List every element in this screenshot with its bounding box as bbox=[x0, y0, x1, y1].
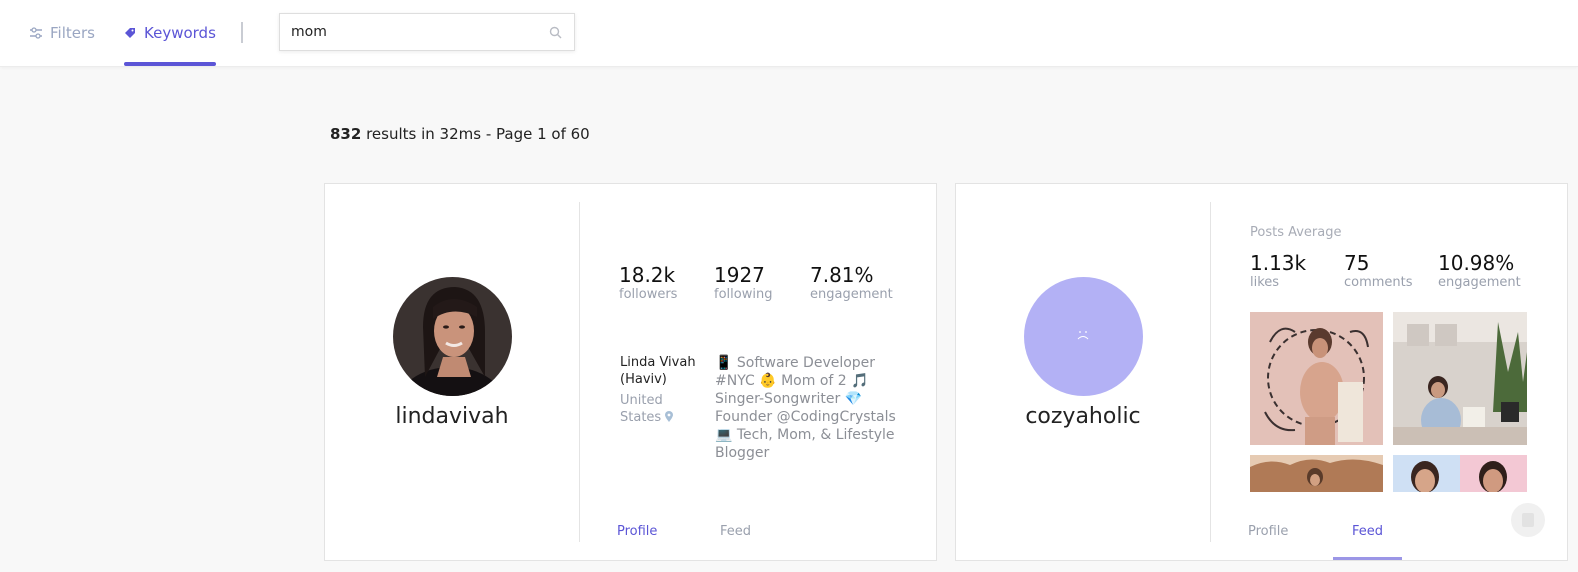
card-divider bbox=[579, 202, 580, 542]
posts-average-label: Posts Average bbox=[1250, 225, 1342, 240]
stat-label: followers bbox=[619, 287, 678, 302]
avatar[interactable] bbox=[393, 277, 512, 396]
feed-photo[interactable] bbox=[1393, 312, 1527, 445]
keyword-search-input[interactable] bbox=[280, 14, 551, 50]
top-navigation-bar: Filters Keywords bbox=[0, 0, 1578, 67]
stat-value: 7.81% bbox=[810, 263, 874, 287]
tab-keywords-label: Keywords bbox=[144, 24, 216, 42]
stat-engagement: 7.81% engagement bbox=[810, 263, 893, 302]
feed-photo-image bbox=[1250, 312, 1383, 445]
feed-photo[interactable] bbox=[1250, 312, 1383, 445]
stat-engagement: 10.98% engagement bbox=[1438, 251, 1521, 290]
profile-photo bbox=[393, 277, 512, 396]
active-tab-indicator bbox=[1333, 557, 1402, 560]
stat-likes: 1.13k likes bbox=[1250, 251, 1306, 290]
stat-comments: 75 comments bbox=[1344, 251, 1413, 290]
tab-feed[interactable]: Feed bbox=[1352, 524, 1383, 539]
nav-divider bbox=[241, 22, 243, 43]
feed-photo[interactable] bbox=[1393, 455, 1527, 492]
feed-photo-image bbox=[1250, 455, 1383, 492]
search-icon[interactable] bbox=[549, 26, 562, 39]
username[interactable]: cozyaholic bbox=[956, 404, 1210, 429]
tab-filters-label: Filters bbox=[50, 24, 95, 42]
card-divider bbox=[1210, 202, 1211, 542]
stat-value: 75 bbox=[1344, 251, 1370, 275]
feed-photo-image bbox=[1393, 312, 1527, 445]
keyword-search-box bbox=[279, 13, 575, 51]
results-summary: 832 results in 32ms - Page 1 of 60 bbox=[330, 125, 590, 143]
tab-filters[interactable]: Filters bbox=[30, 0, 95, 66]
floating-action-button[interactable] bbox=[1511, 503, 1545, 537]
location: United States bbox=[620, 392, 690, 426]
location-text: United States bbox=[620, 393, 663, 425]
stat-followers: 18.2k followers bbox=[619, 263, 677, 302]
feed-photo-image bbox=[1393, 455, 1527, 492]
stat-label: likes bbox=[1250, 275, 1280, 290]
tab-feed[interactable]: Feed bbox=[720, 524, 751, 539]
influencer-card: lindavivah 18.2k followers 1927 followin… bbox=[324, 183, 937, 561]
stat-value: 1927 bbox=[714, 263, 765, 287]
bookmark-icon bbox=[1522, 513, 1534, 527]
tab-profile[interactable]: Profile bbox=[617, 524, 657, 539]
influencer-card: cozyaholic Posts Average 1.13k likes 75 … bbox=[955, 183, 1568, 561]
active-tab-indicator bbox=[124, 62, 216, 66]
stat-following: 1927 following bbox=[714, 263, 772, 302]
feed-photo[interactable] bbox=[1250, 455, 1383, 492]
stat-label: engagement bbox=[810, 287, 893, 302]
results-details: results in 32ms - Page 1 of 60 bbox=[366, 125, 590, 143]
tab-profile[interactable]: Profile bbox=[1248, 524, 1288, 539]
stat-value: 10.98% bbox=[1438, 251, 1515, 275]
stat-label: engagement bbox=[1438, 275, 1521, 290]
sad-face-icon bbox=[1077, 331, 1089, 340]
map-pin-icon bbox=[665, 411, 674, 422]
bio-text: 📱 Software Developer #NYC 👶 Mom of 2 🎵 S… bbox=[715, 355, 896, 461]
results-count: 832 bbox=[330, 125, 362, 143]
username[interactable]: lindavivah bbox=[325, 404, 579, 429]
full-name: Linda Vivah (Haviv) bbox=[620, 355, 696, 387]
tag-icon bbox=[125, 28, 135, 38]
stat-value: 18.2k bbox=[619, 263, 676, 287]
stat-label: comments bbox=[1344, 275, 1413, 290]
tab-keywords[interactable]: Keywords bbox=[124, 0, 216, 66]
stat-label: following bbox=[714, 287, 773, 302]
sliders-icon bbox=[30, 27, 42, 39]
avatar[interactable] bbox=[1024, 277, 1143, 396]
stat-value: 1.13k bbox=[1250, 251, 1307, 275]
